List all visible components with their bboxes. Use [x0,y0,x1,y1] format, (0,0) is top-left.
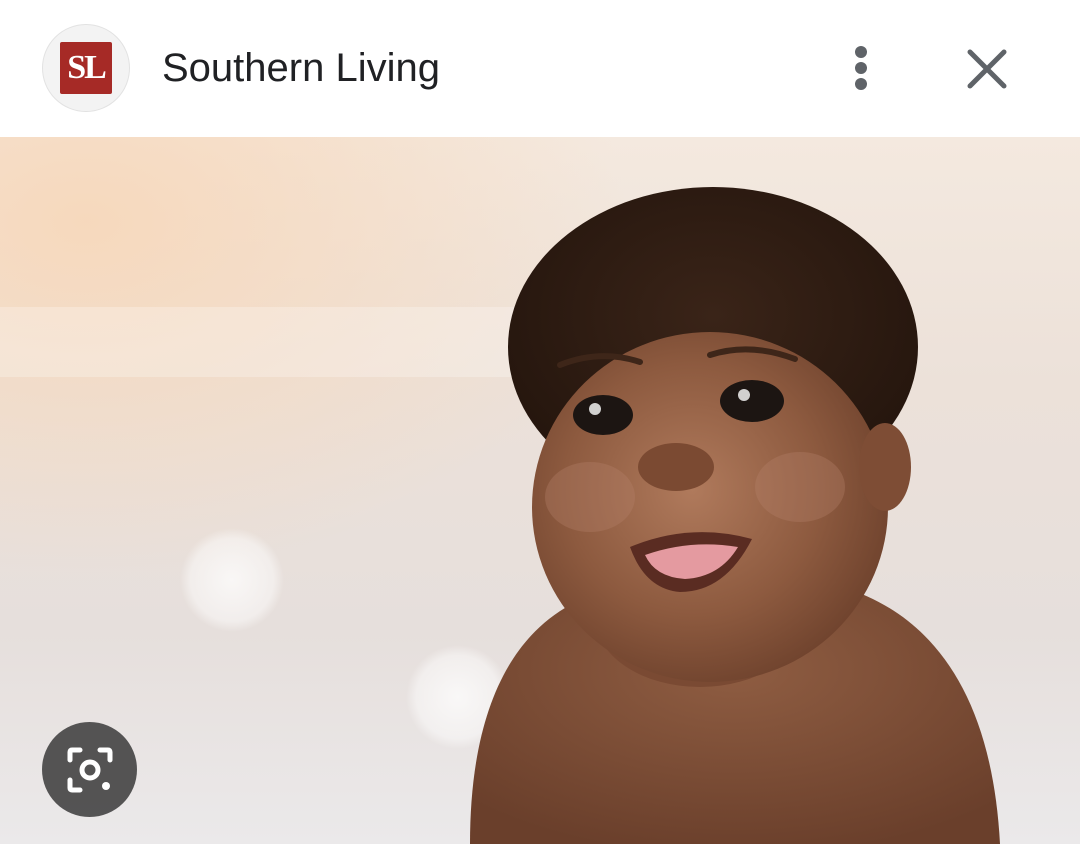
baby-photo[interactable] [0,137,1080,844]
image-viewer-header: SL Southern Living [0,0,1080,137]
google-lens-camera-icon [67,747,112,792]
site-favicon: SL [42,24,130,112]
close-button[interactable] [958,40,1016,98]
logo-text: SL [67,49,107,86]
more-vert-icon [855,46,867,90]
google-lens-button[interactable] [42,722,137,817]
baby-photo-illustration [0,137,1080,844]
southern-living-logo-icon: SL [60,42,112,94]
more-options-button[interactable] [836,40,886,96]
close-icon [967,49,1007,89]
site-name[interactable]: Southern Living [162,44,440,92]
